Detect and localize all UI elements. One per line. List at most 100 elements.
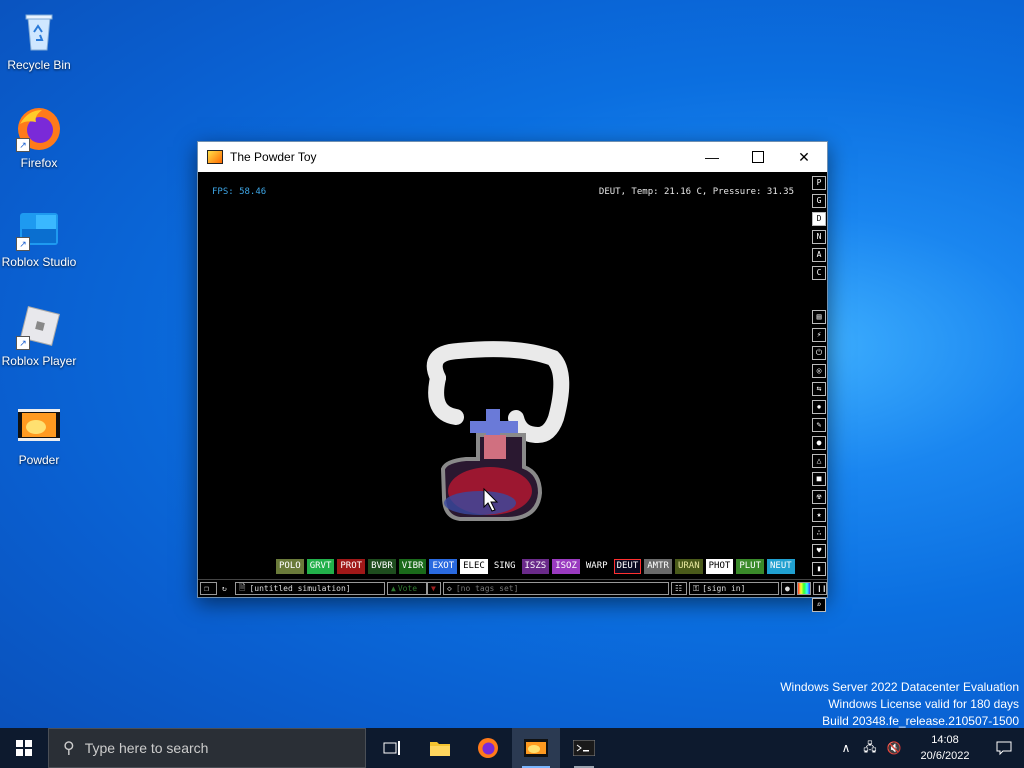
render-mode-column: PGDNAC bbox=[812, 176, 826, 284]
desktop-icon-label: Roblox Studio bbox=[1, 255, 77, 269]
simulation-canvas[interactable]: FPS: 58.46 DEUT, Temp: 21.16 C, Pressure… bbox=[198, 173, 810, 579]
report-button[interactable]: ☷ bbox=[671, 582, 687, 595]
network-icon: 🖧 bbox=[863, 739, 877, 754]
radioactive-icon[interactable]: ☢ bbox=[812, 490, 826, 504]
save-name-field[interactable]: 🗎 [untitled simulation] bbox=[235, 582, 385, 595]
settings-button[interactable]: ● bbox=[781, 582, 795, 595]
task-view-icon bbox=[383, 741, 400, 755]
taskbar: ⚲ Type here to search ∧ 🖧 🔇 14:08 20/6/2… bbox=[0, 728, 1024, 768]
title-bar[interactable]: The Powder Toy — ✕ bbox=[198, 142, 827, 172]
electronics-icon[interactable]: ⚡ bbox=[812, 328, 826, 342]
element-button-plut[interactable]: PLUT bbox=[736, 559, 764, 574]
element-button-exot[interactable]: EXOT bbox=[429, 559, 458, 574]
power-icon[interactable]: ⏻ bbox=[812, 346, 826, 360]
desktop-icon-firefox[interactable]: ↗ Firefox bbox=[1, 106, 77, 170]
particles-icon[interactable]: ∴ bbox=[812, 526, 826, 540]
pause-button[interactable]: ❙❙ bbox=[813, 582, 827, 595]
minimize-button[interactable]: — bbox=[689, 142, 735, 172]
notifications-button[interactable] bbox=[984, 728, 1024, 768]
maximize-button[interactable] bbox=[735, 142, 781, 172]
element-button-grvt[interactable]: GRVT bbox=[306, 559, 335, 574]
save-icon: 🗎 bbox=[239, 582, 246, 592]
terminal-taskbar-button[interactable] bbox=[560, 728, 608, 768]
render-mode-button-n[interactable]: N bbox=[812, 230, 826, 244]
chevron-up-icon: ∧ bbox=[841, 741, 851, 755]
element-button-bvbr[interactable]: BVBR bbox=[368, 559, 396, 574]
key-icon: ⚿ bbox=[693, 583, 700, 593]
element-bar: POLO GRVT PROT BVBR VIBR EXOT ELEC SING ISZS ISOZ… bbox=[276, 559, 795, 574]
force-icon[interactable]: ⇆ bbox=[812, 382, 826, 396]
special-icon[interactable]: ★ bbox=[812, 508, 826, 522]
terminal-icon bbox=[573, 740, 595, 756]
element-button-prot[interactable]: PROT bbox=[337, 559, 366, 574]
recycle-bin-icon bbox=[16, 8, 62, 54]
firefox-taskbar-button[interactable] bbox=[464, 728, 512, 768]
network-button[interactable]: 🖧 bbox=[858, 738, 882, 759]
element-button-amtr[interactable]: AMTR bbox=[644, 559, 672, 574]
sign-in-button[interactable]: ⚿ [sign in] bbox=[689, 582, 779, 595]
clock[interactable]: 14:08 20/6/2022 bbox=[906, 732, 984, 764]
sensor-icon[interactable]: ◎ bbox=[812, 364, 826, 378]
element-button-elec[interactable]: ELEC bbox=[460, 559, 488, 574]
tools-icon[interactable]: ▮ bbox=[812, 562, 826, 576]
render-mode-button-d[interactable]: D bbox=[812, 212, 826, 226]
simulation-drawing bbox=[426, 341, 570, 521]
desktop-icon-roblox-player[interactable]: ↗ Roblox Player bbox=[1, 304, 77, 368]
task-view-button[interactable] bbox=[368, 728, 416, 768]
volume-button[interactable]: 🔇 bbox=[882, 741, 906, 755]
show-hidden-icons-button[interactable]: ∧ bbox=[834, 741, 858, 755]
reload-button[interactable]: ↻ bbox=[219, 582, 233, 595]
tags-field[interactable]: ◇ [no tags set] bbox=[443, 582, 669, 595]
status-bar: ❐ ↻ 🗎 [untitled simulation] ▲ Vote ▼ ◇ [… bbox=[198, 579, 827, 597]
element-button-neut[interactable]: NEUT bbox=[767, 559, 795, 574]
vote-down-button[interactable]: ▼ bbox=[427, 582, 441, 595]
element-button-deut[interactable]: DEUT bbox=[613, 559, 642, 574]
powder-taskbar-button[interactable] bbox=[512, 728, 560, 768]
taskbar-search-box[interactable]: ⚲ Type here to search bbox=[48, 728, 366, 768]
desktop-icon-label: Powder bbox=[18, 453, 60, 467]
element-button-vibr[interactable]: VIBR bbox=[398, 559, 427, 574]
volume-muted-icon: 🔇 bbox=[886, 741, 902, 755]
start-button[interactable] bbox=[0, 728, 48, 768]
desktop-icon-powder[interactable]: Powder bbox=[1, 403, 77, 467]
explosive-icon[interactable]: ✹ bbox=[812, 400, 826, 414]
solid-icon[interactable]: ■ bbox=[812, 472, 826, 486]
element-button-iszs[interactable]: ISZS bbox=[521, 559, 550, 574]
liquid-icon[interactable]: ● bbox=[812, 436, 826, 450]
clock-time: 14:08 bbox=[931, 734, 959, 746]
render-mode-button-a[interactable]: A bbox=[812, 248, 826, 262]
vote-up-button[interactable]: ▲ Vote bbox=[387, 582, 427, 595]
pencil-icon[interactable]: ✎ bbox=[812, 418, 826, 432]
folder-icon bbox=[430, 742, 450, 756]
thumb-up-icon: ▲ bbox=[391, 584, 396, 593]
render-mode-button-p[interactable]: P bbox=[812, 176, 826, 190]
tags-label: [no tags set] bbox=[455, 584, 519, 593]
element-button-polo[interactable]: POLO bbox=[276, 559, 304, 574]
render-mode-button-c[interactable]: C bbox=[812, 266, 826, 280]
element-button-sing[interactable]: SING bbox=[490, 559, 519, 574]
close-icon: ✕ bbox=[798, 148, 810, 165]
element-button-isoz[interactable]: ISOZ bbox=[552, 559, 580, 574]
desktop-icon-label: Recycle Bin bbox=[7, 58, 71, 72]
element-button-phot[interactable]: PHOT bbox=[705, 559, 734, 574]
pause-icon: ❙❙ bbox=[817, 584, 827, 593]
render-mode-button-g[interactable]: G bbox=[812, 194, 826, 208]
element-button-uran[interactable]: URAN bbox=[674, 559, 703, 574]
document-icon: ☷ bbox=[675, 584, 683, 593]
desktop-icon-roblox-studio[interactable]: ↗ Roblox Studio bbox=[1, 205, 77, 269]
open-folder-icon: ❐ bbox=[204, 584, 209, 593]
display-mode-button[interactable] bbox=[797, 582, 811, 595]
close-button[interactable]: ✕ bbox=[781, 142, 827, 172]
search-icon: ⚲ bbox=[63, 740, 75, 757]
gas-icon[interactable]: △ bbox=[812, 454, 826, 468]
search-tool-icon[interactable]: ⌕ bbox=[812, 598, 826, 612]
wall-icon[interactable]: ▤ bbox=[812, 310, 826, 324]
open-save-button[interactable]: ❐ bbox=[200, 582, 217, 595]
desktop-icon-recycle-bin[interactable]: Recycle Bin bbox=[1, 8, 77, 72]
firefox-icon: ↗ bbox=[16, 106, 62, 152]
file-explorer-button[interactable] bbox=[416, 728, 464, 768]
search-placeholder: Type here to search bbox=[84, 740, 209, 756]
element-button-warp[interactable]: WARP bbox=[582, 559, 611, 574]
life-icon[interactable]: ♥ bbox=[812, 544, 826, 558]
powder-icon bbox=[524, 739, 548, 757]
